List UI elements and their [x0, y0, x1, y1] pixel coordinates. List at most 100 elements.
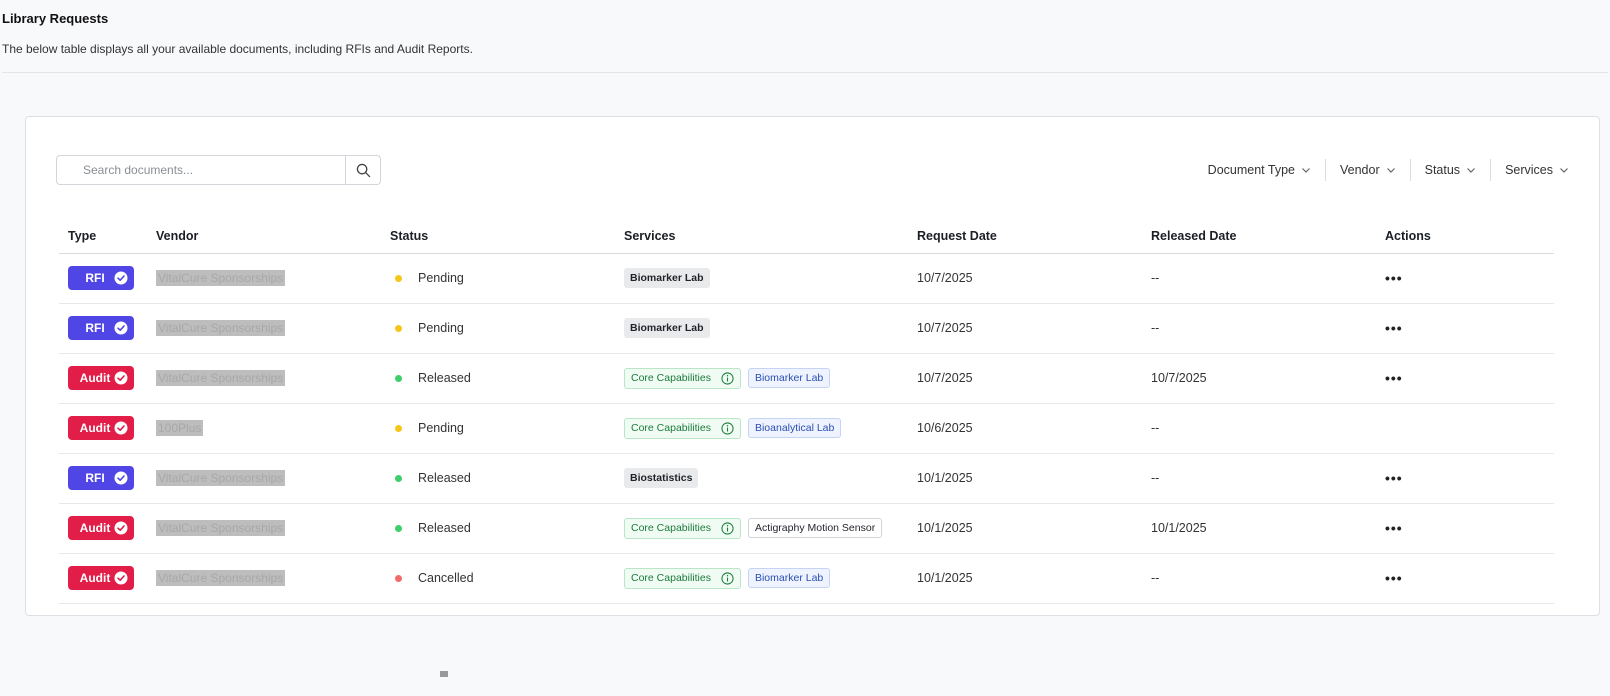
- type-cell: Audit: [59, 553, 147, 604]
- request-date-cell: 10/6/2025: [908, 403, 1142, 454]
- more-actions-icon[interactable]: •••: [1385, 270, 1403, 286]
- type-badge: RFI: [68, 266, 134, 290]
- type-badge: RFI: [68, 316, 134, 340]
- vendor-name: VitalCure Sponsorships: [156, 270, 286, 286]
- column-header-request-date[interactable]: Request Date: [908, 220, 1142, 254]
- status-cell: Pending: [381, 403, 615, 454]
- status-dot: [395, 524, 402, 532]
- service-tag: Core Capabilities: [624, 567, 741, 589]
- status-dot: [395, 474, 402, 482]
- services-cell: Core Capabilities Actigraphy Motion Senso…: [615, 503, 908, 554]
- released-date-cell: 10/7/2025: [1142, 353, 1376, 404]
- table-row[interactable]: Audit VitalCure Sponsorships Cancelled Core…: [59, 553, 1554, 604]
- chevron-down-icon: [1467, 168, 1475, 173]
- info-icon[interactable]: [721, 421, 734, 435]
- filter-status[interactable]: Status: [1409, 159, 1490, 181]
- status-cell: Released: [381, 503, 615, 554]
- filter-document-type[interactable]: Document Type: [1194, 159, 1325, 181]
- info-icon[interactable]: [721, 521, 734, 535]
- released-date-cell: 10/1/2025: [1142, 503, 1376, 554]
- vendor-cell: VitalCure Sponsorships: [147, 503, 381, 554]
- request-date-cell: 10/7/2025: [908, 303, 1142, 354]
- vendor-cell: VitalCure Sponsorships: [147, 253, 381, 304]
- more-actions-icon[interactable]: •••: [1385, 470, 1403, 486]
- documents-card: Document TypeVendorStatusServices Type V…: [25, 116, 1600, 616]
- type-label: RFI: [85, 471, 105, 485]
- status-dot: [395, 424, 402, 432]
- table-row[interactable]: RFI VitalCure Sponsorships Released Biostat…: [59, 453, 1554, 504]
- search-button[interactable]: [345, 156, 380, 184]
- actions-cell: •••: [1376, 353, 1554, 404]
- released-date-cell: --: [1142, 403, 1376, 454]
- chevron-down-icon: [1386, 168, 1395, 173]
- search-input[interactable]: [57, 156, 345, 184]
- service-tag: Core Capabilities: [624, 417, 741, 439]
- table-row[interactable]: Audit VitalCure Sponsorships Released Core …: [59, 353, 1554, 404]
- check-circle-icon: [114, 571, 128, 585]
- type-cell: Audit: [59, 403, 147, 454]
- filter-vendor[interactable]: Vendor: [1325, 159, 1410, 181]
- service-tag-label: Core Capabilities: [631, 522, 711, 534]
- column-header-status[interactable]: Status: [381, 220, 615, 254]
- released-date-cell: --: [1142, 253, 1376, 304]
- filter-bar: Document Type Vendor Status Services: [1194, 159, 1569, 181]
- type-label: Audit: [79, 421, 111, 435]
- filter-services[interactable]: Services: [1490, 159, 1569, 181]
- more-actions-icon[interactable]: •••: [1385, 520, 1403, 536]
- resize-handle[interactable]: [440, 671, 448, 677]
- table-row[interactable]: Audit 100Plus Pending Core Capabilities Bioa…: [59, 403, 1554, 454]
- type-cell: Audit: [59, 353, 147, 404]
- vendor-cell: VitalCure Sponsorships: [147, 303, 381, 354]
- type-badge: Audit: [68, 566, 134, 590]
- more-actions-icon[interactable]: •••: [1385, 370, 1403, 386]
- column-header-vendor[interactable]: Vendor: [147, 220, 381, 254]
- table-row[interactable]: Audit VitalCure Sponsorships Released Core …: [59, 503, 1554, 554]
- column-header-released-date[interactable]: Released Date: [1142, 220, 1376, 254]
- services-cell: Biomarker Lab: [615, 303, 908, 354]
- vendor-name: VitalCure Sponsorships: [156, 370, 286, 386]
- services-cell: Core Capabilities Biomarker Lab: [615, 553, 908, 604]
- filter-label: Services: [1505, 163, 1553, 177]
- vendor-name: 100Plus: [156, 420, 204, 436]
- actions-cell: •••: [1376, 303, 1554, 354]
- request-date-cell: 10/7/2025: [908, 253, 1142, 304]
- column-header-type[interactable]: Type: [59, 220, 147, 254]
- info-icon[interactable]: [721, 571, 734, 585]
- filter-label: Status: [1424, 163, 1461, 177]
- status-cell: Released: [381, 353, 615, 404]
- type-badge: Audit: [68, 366, 134, 390]
- check-circle-icon: [114, 421, 128, 435]
- status-label: Pending: [418, 321, 464, 335]
- status-cell: Cancelled: [381, 553, 615, 604]
- actions-cell: •••: [1376, 253, 1554, 304]
- service-tag: Bioanalytical Lab: [747, 418, 842, 438]
- status-label: Pending: [418, 271, 464, 285]
- column-header-services[interactable]: Services: [615, 220, 908, 254]
- service-tag: Biomarker Lab: [747, 368, 831, 388]
- filter-label: Vendor: [1340, 163, 1380, 177]
- status-label: Cancelled: [418, 571, 474, 585]
- table-row[interactable]: RFI VitalCure Sponsorships Pending Biomarke…: [59, 253, 1554, 304]
- more-actions-icon[interactable]: •••: [1385, 320, 1403, 336]
- released-date-cell: --: [1142, 453, 1376, 504]
- status-dot: [395, 574, 402, 582]
- type-cell: RFI: [59, 453, 147, 504]
- service-tag: Actigraphy Motion Sensor: [747, 518, 883, 538]
- vendor-name: VitalCure Sponsorships: [156, 470, 286, 486]
- status-label: Released: [418, 371, 471, 385]
- services-cell: Biomarker Lab: [615, 253, 908, 304]
- vendor-name: VitalCure Sponsorships: [156, 320, 286, 336]
- type-label: RFI: [85, 321, 105, 335]
- column-header-actions: Actions: [1376, 220, 1554, 254]
- request-date-cell: 10/1/2025: [908, 453, 1142, 504]
- services-cell: Biostatistics: [615, 453, 908, 504]
- released-date-cell: --: [1142, 553, 1376, 604]
- info-icon[interactable]: [721, 371, 734, 385]
- actions-cell: [1376, 403, 1554, 454]
- table-row[interactable]: RFI VitalCure Sponsorships Pending Biomarke…: [59, 303, 1554, 354]
- status-label: Pending: [418, 421, 464, 435]
- documents-table: Type Vendor Status Services Request Date…: [59, 220, 1554, 604]
- status-dot: [395, 324, 402, 332]
- more-actions-icon[interactable]: •••: [1385, 570, 1403, 586]
- status-cell: Pending: [381, 303, 615, 354]
